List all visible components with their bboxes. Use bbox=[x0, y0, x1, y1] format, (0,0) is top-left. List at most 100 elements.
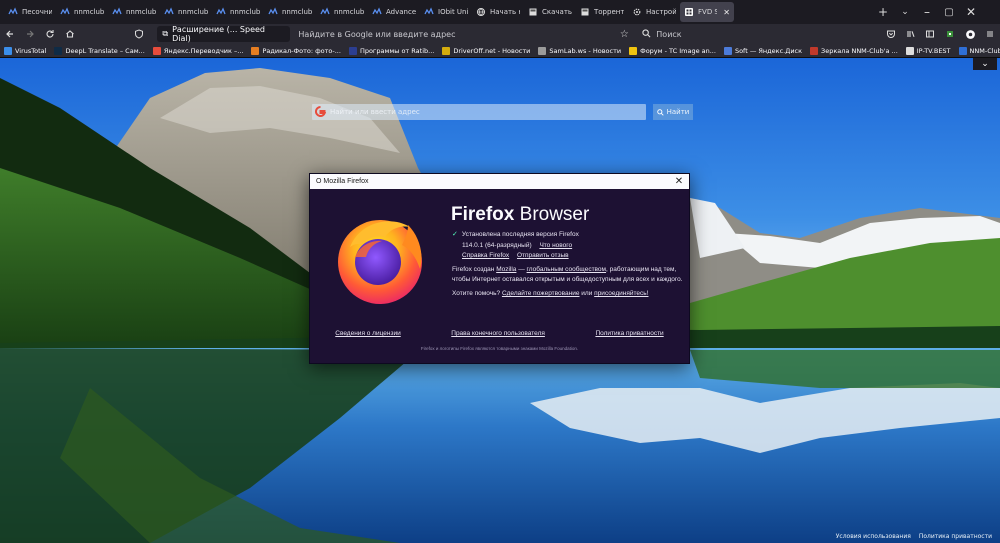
tab-1[interactable]: nnmclub.to bbox=[56, 0, 108, 24]
puzzle-icon bbox=[947, 31, 954, 37]
app-menu-button[interactable] bbox=[980, 24, 1000, 44]
maximize-button[interactable]: ▢ bbox=[938, 0, 960, 24]
close-tab-icon[interactable]: ✕ bbox=[723, 8, 730, 17]
home-button[interactable] bbox=[60, 24, 80, 44]
tracking-protection-button[interactable] bbox=[130, 24, 150, 44]
join-link[interactable]: присоединяйтесь! bbox=[594, 290, 648, 297]
tab-label: nnmclub.to bbox=[334, 8, 364, 16]
speed-dial-search-button-label: Найти bbox=[666, 108, 690, 116]
donate-link[interactable]: Сделайте пожертвование bbox=[502, 290, 580, 297]
nnm-icon bbox=[60, 7, 70, 17]
account-button[interactable] bbox=[960, 24, 980, 44]
bookmark-favicon-icon bbox=[958, 46, 967, 55]
tab-5[interactable]: nnmclub.to bbox=[264, 0, 316, 24]
pocket-button[interactable] bbox=[881, 24, 901, 44]
bookmark-label: DriverOff.net - Новости bbox=[453, 46, 531, 55]
bookmark-star-button[interactable]: ☆ bbox=[614, 24, 634, 44]
forward-button[interactable] bbox=[20, 24, 40, 44]
tab-6[interactable]: nnmclub.to bbox=[316, 0, 368, 24]
sidebar-button[interactable] bbox=[921, 24, 941, 44]
search-icon bbox=[656, 108, 664, 116]
desc-text-end: , работающим над тем, bbox=[606, 265, 677, 273]
bookmark-label: Форум - TC Image an... bbox=[640, 46, 716, 55]
tab-8[interactable]: IObit Unins bbox=[420, 0, 472, 24]
minimize-button[interactable]: – bbox=[916, 0, 938, 24]
bookmark-item[interactable]: Яндекс.Переводчик –... bbox=[149, 46, 248, 55]
bookmark-item[interactable]: Soft — Яндекс.Диск bbox=[720, 46, 806, 55]
nnm-icon bbox=[8, 7, 18, 17]
tab-label: nnmclub.to bbox=[230, 8, 260, 16]
help-link[interactable]: Справка Firefox bbox=[462, 252, 509, 259]
license-link[interactable]: Сведения о лицензии bbox=[335, 330, 400, 337]
search-input[interactable]: Поиск bbox=[642, 28, 880, 40]
tab-label: IObit Unins bbox=[438, 8, 468, 16]
tab-label: nnmclub.to bbox=[126, 8, 156, 16]
speed-dial-search-input[interactable]: Найти или ввести адрес bbox=[312, 104, 646, 120]
community-link[interactable]: глобальным сообществом bbox=[527, 266, 606, 273]
bookmark-item[interactable]: SamLab.ws - Новости bbox=[534, 46, 625, 55]
mozilla-link[interactable]: Mozilla bbox=[496, 266, 516, 273]
bookmark-item[interactable]: Радикал-Фото: фото-... bbox=[247, 46, 344, 55]
nnm-icon bbox=[112, 7, 122, 17]
back-button[interactable] bbox=[0, 24, 20, 44]
tab-13[interactable]: FVD Spe ✕ bbox=[680, 2, 734, 22]
bookmark-item[interactable]: DriverOff.net - Новости bbox=[438, 46, 534, 55]
speed-dial-search-button[interactable]: Найти bbox=[653, 104, 693, 120]
tab-7[interactable]: Advanced S bbox=[368, 0, 420, 24]
checkmark-icon: ✓ bbox=[452, 231, 458, 238]
about-footer-links: Сведения о лицензии Права конечного поль… bbox=[310, 330, 689, 337]
brand-suffix: Browser bbox=[519, 204, 590, 225]
bookmark-label: VirusTotal bbox=[15, 46, 47, 55]
bookmark-item[interactable]: NNM-Club bbox=[955, 46, 1000, 55]
reload-button[interactable] bbox=[40, 24, 60, 44]
library-icon bbox=[907, 31, 915, 37]
bookmark-label: IP-TV.BEST bbox=[916, 46, 951, 55]
globe-icon bbox=[476, 7, 486, 17]
feedback-link[interactable]: Отправить отзыв bbox=[517, 252, 569, 259]
search-label: Поиск bbox=[656, 29, 682, 39]
tab-4[interactable]: nnmclub.to bbox=[212, 0, 264, 24]
update-status-text: Установлена последняя версия Firefox bbox=[461, 231, 579, 238]
url-input[interactable]: Найдите в Google или введите адрес bbox=[298, 30, 614, 39]
navigation-toolbar: ⧉ Расширение (... Speed Dial) Найдите в … bbox=[0, 24, 1000, 44]
collapse-panel-button[interactable]: ⌄ bbox=[973, 58, 997, 70]
bookmark-item[interactable]: Зеркала NNM-Club'a ... bbox=[806, 46, 902, 55]
fvd-icon bbox=[684, 7, 694, 17]
bookmark-item[interactable]: Форум - TC Image an... bbox=[625, 46, 720, 55]
bookmark-item[interactable]: IP-TV.BEST bbox=[902, 46, 955, 55]
page-icon bbox=[580, 7, 590, 17]
tab-11[interactable]: Торрент по bbox=[576, 0, 628, 24]
bookmark-item[interactable]: Программы от Ratib... bbox=[345, 46, 438, 55]
tab-2[interactable]: nnmclub.to bbox=[108, 0, 160, 24]
tab-label: Торрент по bbox=[594, 8, 624, 16]
eula-link[interactable]: Права конечного пользователя bbox=[451, 330, 545, 337]
reload-icon bbox=[46, 30, 54, 38]
terms-link[interactable]: Условия использования bbox=[836, 533, 911, 540]
bookmark-item[interactable]: DeepL Translate – Сам... bbox=[50, 46, 148, 55]
privacy-policy-link[interactable]: Политика приватности bbox=[595, 330, 663, 337]
tab-12[interactable]: Настройки bbox=[628, 0, 680, 24]
privacy-link[interactable]: Политика приватности bbox=[919, 533, 992, 540]
bookmark-favicon-icon bbox=[54, 46, 63, 55]
bookmark-favicon-icon bbox=[442, 46, 451, 55]
tab-list-button[interactable]: ⌄ bbox=[894, 0, 916, 24]
bookmark-item[interactable]: VirusTotal bbox=[0, 46, 50, 55]
library-button[interactable] bbox=[901, 24, 921, 44]
bookmark-label: DeepL Translate – Сам... bbox=[65, 46, 145, 55]
google-icon bbox=[315, 106, 326, 117]
tab-9[interactable]: Начать но bbox=[472, 0, 524, 24]
url-site-label: Расширение (... Speed Dial) bbox=[172, 25, 266, 43]
tab-10[interactable]: Скачать М bbox=[524, 0, 576, 24]
extensions-button[interactable] bbox=[940, 24, 960, 44]
dialog-close-button[interactable]: ✕ bbox=[673, 175, 685, 187]
bookmark-label: NNM-Club bbox=[969, 46, 1000, 55]
tab-label: nnmclub.to bbox=[282, 8, 312, 16]
bookmark-favicon-icon bbox=[348, 46, 357, 55]
tab-label: Песочница bbox=[22, 8, 52, 16]
new-tab-button[interactable]: + bbox=[872, 0, 894, 24]
whats-new-link[interactable]: Что нового bbox=[539, 242, 572, 249]
url-site-identity[interactable]: ⧉ Расширение (... Speed Dial) bbox=[157, 25, 291, 43]
tab-3[interactable]: nnmclub.to bbox=[160, 0, 212, 24]
close-window-button[interactable]: ✕ bbox=[960, 0, 982, 24]
tab-0[interactable]: Песочница bbox=[4, 0, 56, 24]
